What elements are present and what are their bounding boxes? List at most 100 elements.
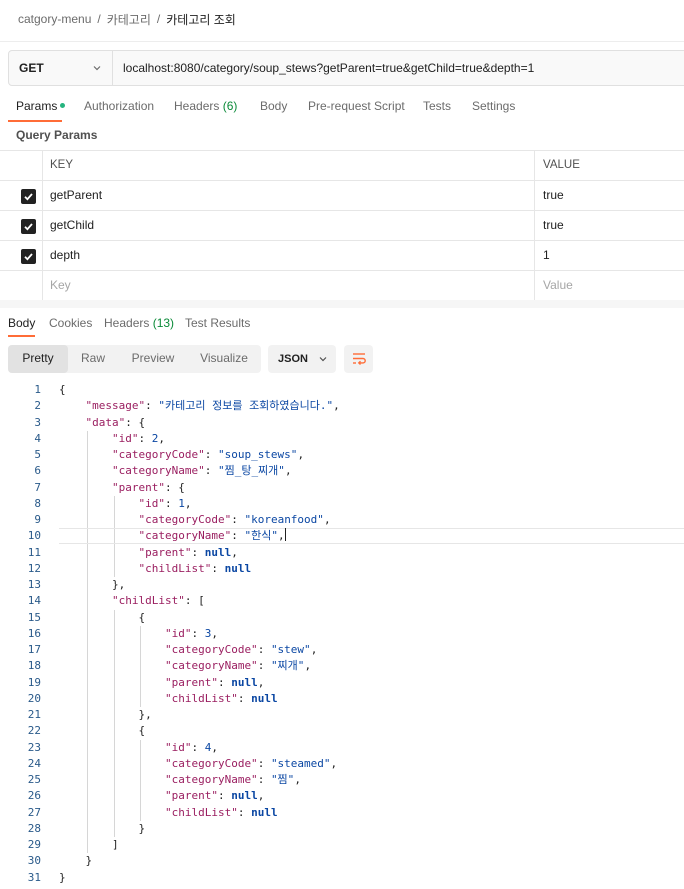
value-column-header: VALUE [543, 159, 580, 171]
code-text: "data": { [85, 415, 146, 429]
request-tabs: Params Authorization Headers (6) Body Pr… [0, 98, 684, 124]
code-line: 22 { [0, 723, 684, 739]
code-line: 3 "data": { [0, 415, 684, 431]
code-line: 10 "categoryName": "한식", [0, 528, 684, 544]
breadcrumb-separator: / [156, 12, 161, 26]
new-value-input[interactable]: Value [543, 271, 573, 300]
view-pretty-button[interactable]: Pretty [8, 345, 68, 373]
code-line: 21 }, [0, 707, 684, 723]
line-number: 15 [27, 610, 41, 624]
tab-authorization[interactable]: Authorization [84, 98, 154, 114]
tab-headers-label: Headers [174, 99, 220, 113]
column-divider [534, 241, 535, 270]
code-line: 30 } [0, 853, 684, 869]
code-line: 31} [0, 870, 684, 886]
tab-params[interactable]: Params [16, 98, 66, 114]
line-number: 31 [27, 870, 41, 884]
tab-response-headers-label: Headers [104, 316, 150, 330]
line-number: 29 [27, 838, 41, 851]
code-line: 6 "categoryName": "찜_탕_찌개", [0, 463, 684, 479]
param-key[interactable]: depth [50, 241, 80, 270]
code-text: { [59, 610, 146, 624]
line-number: 19 [27, 675, 41, 689]
line-number: 27 [27, 805, 41, 819]
code-line: 7 "parent": { [0, 480, 684, 496]
code-line: 23 "id": 4, [0, 740, 684, 756]
breadcrumb-folder[interactable]: 카테고리 [107, 11, 151, 28]
line-number: 20 [27, 691, 41, 705]
breadcrumb-separator: / [97, 12, 101, 26]
code-line: 25 "categoryName": "찜", [0, 772, 684, 788]
code-line: 1{ [0, 382, 684, 398]
code-line: 16 "id": 3, [0, 626, 684, 642]
check-icon [24, 223, 33, 231]
tab-pre-request-script[interactable]: Pre-request Script [308, 98, 405, 114]
code-line: 9 "categoryCode": "koreanfood", [0, 512, 684, 528]
code-line: 28 } [0, 821, 684, 837]
response-body-viewer[interactable]: 1{2 "message": "카테고리 정보를 조회하였습니다.", 3 "da… [0, 382, 684, 886]
new-key-input[interactable]: Key [50, 271, 71, 300]
query-params-title: Query Params [16, 128, 98, 142]
wrap-lines-button[interactable] [344, 345, 373, 373]
line-number: 30 [27, 854, 41, 868]
param-checkbox[interactable] [21, 249, 36, 264]
param-checkbox[interactable] [21, 189, 36, 204]
param-value[interactable]: true [543, 181, 564, 210]
code-line: 29 ] [0, 837, 684, 853]
code-text: ] [59, 838, 119, 851]
url-input[interactable]: localhost:8080/category/soup_stews?getPa… [113, 61, 534, 75]
tab-tests[interactable]: Tests [423, 98, 451, 114]
code-text: "childList": null [138, 561, 252, 575]
tab-headers[interactable]: Headers (6) [174, 98, 237, 114]
method-select[interactable]: GET [9, 51, 113, 85]
text-cursor [284, 528, 286, 542]
code-text: } [59, 854, 93, 868]
view-raw-button[interactable]: Raw [74, 345, 112, 373]
column-divider [534, 181, 535, 210]
param-checkbox[interactable] [21, 219, 36, 234]
tab-test-results[interactable]: Test Results [185, 315, 250, 331]
view-preview-button[interactable]: Preview [126, 345, 180, 373]
line-number: 7 [34, 480, 41, 494]
line-number: 17 [27, 643, 41, 656]
table-row: getParent true [0, 181, 684, 211]
tab-response-body[interactable]: Body [8, 315, 35, 331]
code-text: "categoryName": "한식", [138, 528, 286, 543]
breadcrumb-collection[interactable]: catgory-menu [18, 12, 91, 26]
param-value[interactable]: 1 [543, 241, 550, 270]
line-number: 5 [34, 448, 41, 461]
table-header-row: KEY VALUE [0, 151, 684, 181]
params-active-dot [60, 103, 66, 108]
tab-body[interactable]: Body [260, 98, 287, 114]
method-label: GET [19, 61, 44, 75]
code-text: "parent": null, [164, 789, 265, 803]
code-text: "categoryCode": "stew", [164, 643, 318, 656]
code-line: 19 "parent": null, [0, 675, 684, 691]
line-number: 14 [27, 594, 41, 608]
code-text: "categoryName": "찜", [164, 773, 301, 786]
line-number: 8 [34, 496, 41, 510]
param-key[interactable]: getParent [50, 181, 102, 210]
table-row: getChild true [0, 211, 684, 241]
line-number: 3 [34, 415, 41, 429]
view-visualize-button[interactable]: Visualize [194, 345, 254, 373]
view-mode-group: Pretty Raw Preview Visualize [8, 345, 261, 373]
pane-divider[interactable] [0, 300, 684, 308]
code-text: "categoryCode": "steamed", [164, 756, 338, 770]
code-text: } [59, 870, 66, 884]
code-text: "id": 3, [164, 626, 218, 640]
line-number: 28 [27, 821, 41, 835]
breadcrumb-request-name[interactable]: 카테고리 조회 [166, 11, 236, 28]
line-number: 1 [34, 383, 41, 396]
tab-settings[interactable]: Settings [472, 98, 515, 114]
param-key[interactable]: getChild [50, 211, 94, 240]
line-number: 12 [27, 561, 41, 575]
format-select[interactable]: JSON [268, 345, 336, 373]
code-text: } [59, 821, 146, 835]
code-line: 27 "childList": null [0, 805, 684, 821]
param-value[interactable]: true [543, 211, 564, 240]
code-text: }, [59, 708, 152, 721]
tab-response-headers[interactable]: Headers (13) [104, 315, 174, 331]
line-number: 10 [27, 529, 41, 543]
tab-cookies[interactable]: Cookies [49, 315, 92, 331]
